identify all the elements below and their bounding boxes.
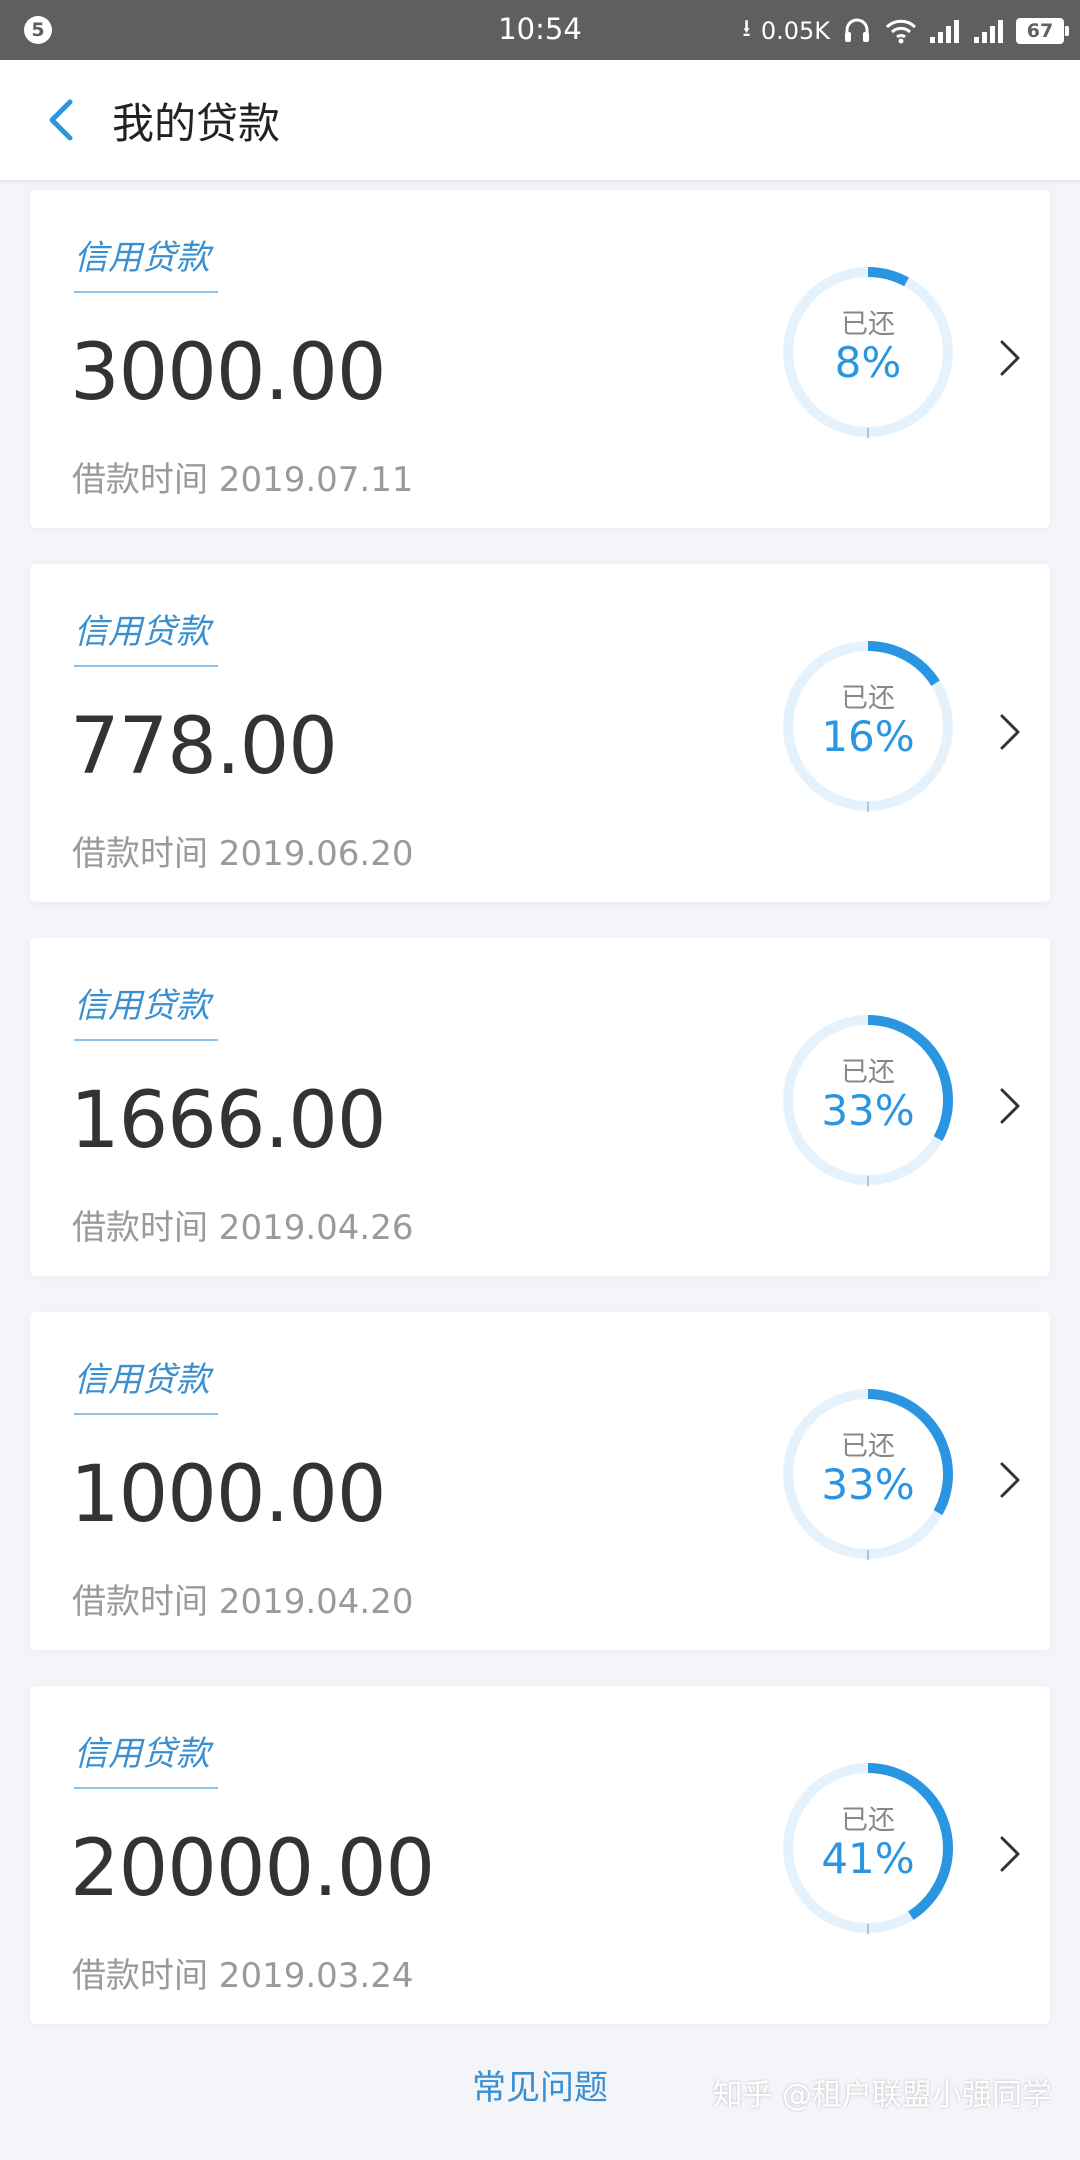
loan-amount: 20000.00 xyxy=(70,1824,435,1914)
signal-icon-2 xyxy=(972,17,1006,45)
loan-card[interactable]: 信用贷款 20000.00 借款时间 2019.03.24 已还 41% xyxy=(30,1686,1050,2024)
loan-type: 信用贷款 xyxy=(74,1352,218,1415)
wifi-icon xyxy=(884,17,918,45)
download-icon: ⭳ xyxy=(742,13,751,42)
loan-date: 借款时间 2019.07.11 xyxy=(72,460,414,500)
loan-amount: 1000.00 xyxy=(70,1450,387,1540)
repayment-progress-ring: 已还 33% xyxy=(778,1384,958,1564)
network-speed: 0.05K xyxy=(760,17,830,45)
back-button[interactable] xyxy=(32,92,88,148)
app-header: 我的贷款 xyxy=(0,60,1080,181)
loan-date: 借款时间 2019.04.20 xyxy=(72,1582,414,1622)
battery-icon: 67 xyxy=(1016,18,1069,44)
status-icons: ⭳ 0.05K 67 xyxy=(742,14,1069,48)
loan-amount: 3000.00 xyxy=(70,328,387,418)
repayment-progress-ring: 已还 8% xyxy=(778,262,958,442)
loan-card[interactable]: 信用贷款 778.00 借款时间 2019.06.20 已还 16% xyxy=(30,564,1050,902)
repaid-label: 已还 xyxy=(841,1057,895,1088)
repaid-label: 已还 xyxy=(841,309,895,340)
signal-icon xyxy=(928,17,962,45)
repaid-label: 已还 xyxy=(841,683,895,714)
watermark: 知乎 @租户联盟小强同学 xyxy=(712,2078,1052,2113)
loan-type: 信用贷款 xyxy=(74,1726,218,1789)
chevron-left-icon xyxy=(49,99,73,141)
repaid-percent: 41% xyxy=(821,1834,915,1883)
chevron-right-icon[interactable] xyxy=(990,1074,1030,1138)
chevron-right-icon[interactable] xyxy=(990,1448,1030,1512)
repayment-progress-ring: 已还 16% xyxy=(778,636,958,816)
chevron-right-icon[interactable] xyxy=(990,1822,1030,1886)
repaid-percent: 8% xyxy=(834,338,902,387)
chevron-right-icon[interactable] xyxy=(990,700,1030,764)
repaid-percent: 33% xyxy=(821,1086,915,1135)
page-title: 我的贷款 xyxy=(112,99,281,148)
headset-icon xyxy=(840,17,874,45)
repayment-progress-ring: 已还 33% xyxy=(778,1010,958,1190)
loan-type: 信用贷款 xyxy=(74,604,218,667)
loan-date: 借款时间 2019.03.24 xyxy=(72,1956,414,1996)
chevron-right-icon[interactable] xyxy=(990,326,1030,390)
repaid-percent: 33% xyxy=(821,1460,915,1509)
loan-card[interactable]: 信用贷款 3000.00 借款时间 2019.07.11 已还 8% xyxy=(30,190,1050,528)
repaid-percent: 16% xyxy=(821,712,915,761)
repayment-progress-ring: 已还 41% xyxy=(778,1758,958,1938)
loan-type: 信用贷款 xyxy=(74,978,218,1041)
loan-card[interactable]: 信用贷款 1666.00 借款时间 2019.04.26 已还 33% xyxy=(30,938,1050,1276)
loan-amount: 1666.00 xyxy=(70,1076,387,1166)
loan-amount: 778.00 xyxy=(70,702,338,792)
loan-date: 借款时间 2019.06.20 xyxy=(72,834,414,874)
loan-card[interactable]: 信用贷款 1000.00 借款时间 2019.04.20 已还 33% xyxy=(30,1312,1050,1650)
repaid-label: 已还 xyxy=(841,1805,895,1836)
repaid-label: 已还 xyxy=(841,1431,895,1462)
loan-type: 信用贷款 xyxy=(74,230,218,293)
status-bar: 5 10:54 ⭳ 0.05K 67 xyxy=(0,0,1080,60)
loan-date: 借款时间 2019.04.26 xyxy=(72,1208,414,1248)
